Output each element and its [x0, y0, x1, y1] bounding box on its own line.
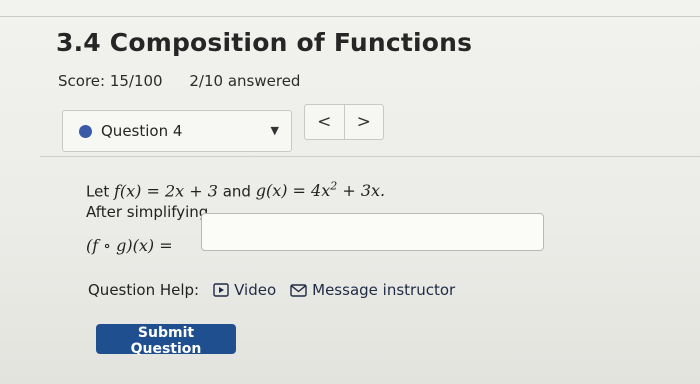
question-help-label: Question Help:: [88, 281, 200, 299]
question-status-dot: [79, 125, 92, 138]
video-link-label: Video: [234, 281, 277, 299]
g-definition: g(x) = 4x2 + 3x.: [255, 180, 386, 201]
answer-input[interactable]: [201, 213, 544, 251]
question-nav-group: < >: [304, 104, 384, 140]
message-instructor-label: Message instructor: [312, 281, 456, 299]
section-divider: [40, 156, 700, 157]
previous-question-button[interactable]: <: [305, 105, 344, 139]
next-question-button[interactable]: >: [343, 105, 384, 139]
video-icon: [213, 283, 229, 297]
submit-question-button[interactable]: Submit Question: [96, 324, 236, 357]
envelope-icon: [290, 283, 307, 297]
f-definition: f(x) = 2x + 3: [113, 181, 218, 201]
question-select-label: Question 4: [101, 122, 183, 140]
video-link[interactable]: Video: [213, 281, 276, 299]
top-divider: [0, 16, 700, 17]
question-select[interactable]: Question 4 ▼: [62, 110, 292, 152]
problem-intro: Let: [86, 182, 114, 201]
g-definition-base: g(x) = 4x: [255, 181, 331, 201]
composition-label: (f ∘ g)(x) =: [86, 236, 173, 255]
question-help: Question Help: Video Message instructor: [88, 281, 455, 299]
message-instructor-link[interactable]: Message instructor: [290, 281, 455, 299]
answered-count: 2/10 answered: [189, 72, 301, 90]
assignment-title: 3.4 Composition of Functions: [56, 28, 473, 57]
g-definition-rest: + 3x.: [337, 181, 386, 201]
problem-definition-line: Let f(x) = 2x + 3 and g(x) = 4x2 + 3x.: [86, 176, 385, 202]
score-text: Score: 15/100: [58, 72, 163, 90]
problem-and: and: [217, 182, 256, 201]
chevron-down-icon: ▼: [270, 124, 279, 137]
score-summary: Score: 15/100 2/10 answered: [58, 72, 300, 90]
